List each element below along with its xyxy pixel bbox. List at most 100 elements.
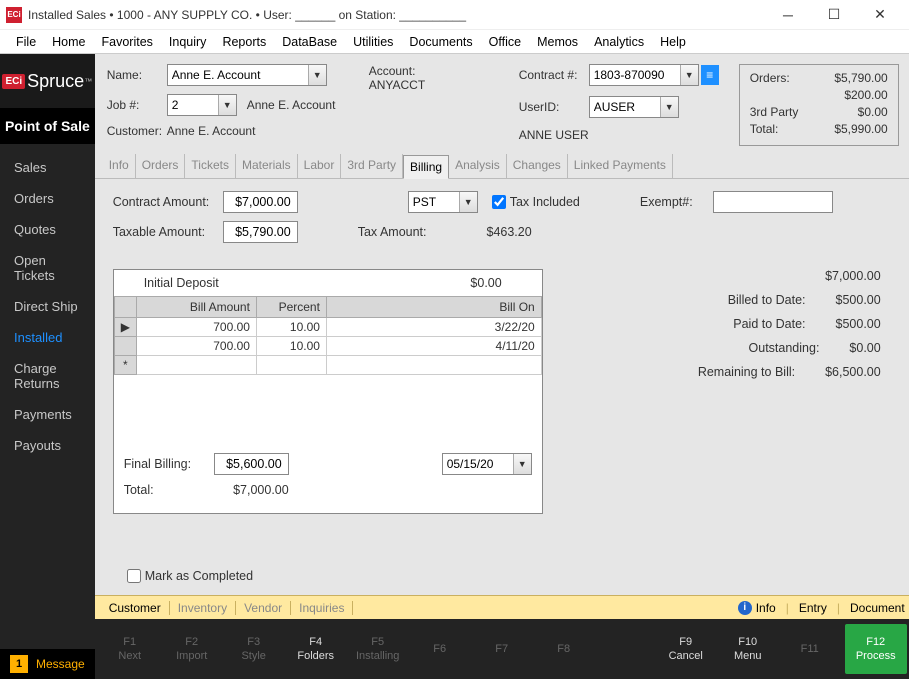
taxable-amount-label: Taxable Amount: — [113, 225, 223, 239]
name-input[interactable] — [168, 65, 308, 85]
logo-eci: ECi — [2, 74, 25, 89]
final-billing-input[interactable] — [214, 453, 289, 475]
sidebar-item-charge-returns[interactable]: Charge Returns — [0, 353, 95, 399]
sidebar-item-orders[interactable]: Orders — [0, 183, 95, 214]
menu-documents[interactable]: Documents — [401, 35, 480, 49]
menu-help[interactable]: Help — [652, 35, 694, 49]
sidebar-item-sales[interactable]: Sales — [0, 152, 95, 183]
app-icon: ECi — [6, 7, 22, 23]
col-bill-on[interactable]: Bill On — [326, 297, 541, 318]
remaining-label: Remaining to Bill: — [631, 365, 825, 379]
menu-memos[interactable]: Memos — [529, 35, 586, 49]
fkey-f11: F11 — [779, 642, 841, 656]
paid-label: Paid to Date: — [631, 317, 836, 331]
summary-total-value: $5,990.00 — [834, 122, 887, 136]
sidebar-item-direct-ship[interactable]: Direct Ship — [0, 291, 95, 322]
fkey-f12[interactable]: F12Process — [845, 624, 907, 674]
menu-inquiry[interactable]: Inquiry — [161, 35, 215, 49]
menu-utilities[interactable]: Utilities — [345, 35, 401, 49]
cell-bill-amount[interactable]: 700.00 — [136, 318, 256, 337]
bottom-entry[interactable]: Entry — [799, 601, 827, 615]
bottom-info[interactable]: Info — [756, 601, 776, 615]
sidebar-item-payments[interactable]: Payments — [0, 399, 95, 430]
contract-dropdown-button[interactable]: ▼ — [680, 65, 698, 85]
tax-included-checkbox[interactable] — [492, 195, 506, 209]
tab-linked-payments[interactable]: Linked Payments — [568, 154, 673, 178]
col-bill-amount[interactable]: Bill Amount — [136, 297, 256, 318]
final-billing-label: Final Billing: — [124, 457, 214, 471]
summary-orders-label: Orders: — [750, 71, 790, 85]
minimize-button[interactable]: ─ — [765, 0, 811, 30]
userid-input[interactable] — [590, 97, 660, 117]
tax-code-dropdown-button[interactable]: ▼ — [459, 192, 477, 212]
tax-code-input[interactable] — [409, 192, 459, 212]
tab-billing[interactable]: Billing — [403, 155, 449, 179]
contract-list-icon[interactable]: ≡ — [701, 65, 719, 85]
taxable-amount-input[interactable] — [223, 221, 298, 243]
close-button[interactable]: ✕ — [857, 0, 903, 30]
summary-total-label: Total: — [750, 122, 779, 136]
tab-analysis[interactable]: Analysis — [449, 154, 507, 178]
tab-labor[interactable]: Labor — [298, 154, 342, 178]
fkey-f7: F7 — [471, 642, 533, 656]
grid-total-label: Total: — [124, 483, 214, 497]
menu-home[interactable]: Home — [44, 35, 93, 49]
btab-inventory[interactable]: Inventory — [170, 601, 236, 615]
sidebar-item-payouts[interactable]: Payouts — [0, 430, 95, 461]
outstanding-label: Outstanding: — [631, 341, 850, 355]
menu-reports[interactable]: Reports — [214, 35, 274, 49]
userid-dropdown-button[interactable]: ▼ — [660, 97, 678, 117]
fkey-f6: F6 — [409, 642, 471, 656]
fkey-f10[interactable]: F10Menu — [717, 635, 779, 664]
job-dropdown-button[interactable]: ▼ — [218, 95, 236, 115]
row-selector[interactable]: ▶ — [114, 318, 136, 337]
btab-inquiries[interactable]: Inquiries — [291, 601, 353, 615]
bottom-document[interactable]: Document — [850, 601, 905, 615]
tab-orders[interactable]: Orders — [136, 154, 186, 178]
fkey-f9[interactable]: F9Cancel — [655, 635, 717, 664]
final-billing-date-dropdown[interactable]: ▼ — [513, 454, 531, 474]
sidebar-item-installed[interactable]: Installed — [0, 322, 95, 353]
tab-changes[interactable]: Changes — [507, 154, 568, 178]
cell-percent[interactable]: 10.00 — [256, 318, 326, 337]
cell-bill-on[interactable]: 4/11/20 — [326, 337, 541, 356]
billing-grid: Initial Deposit $0.00 Bill Amount Percen… — [113, 269, 543, 514]
menu-analytics[interactable]: Analytics — [586, 35, 652, 49]
menu-database[interactable]: DataBase — [274, 35, 345, 49]
name-dropdown-button[interactable]: ▼ — [308, 65, 326, 85]
btab-customer[interactable]: Customer — [101, 601, 170, 615]
tab-info[interactable]: Info — [103, 154, 136, 178]
username: ANNE USER — [519, 128, 729, 142]
new-row-marker[interactable]: * — [114, 356, 136, 375]
final-billing-date-input[interactable] — [443, 454, 513, 474]
sidebar-item-open-tickets[interactable]: Open Tickets — [0, 245, 95, 291]
window-title: Installed Sales • 1000 - ANY SUPPLY CO. … — [28, 8, 466, 22]
tab-materials[interactable]: Materials — [236, 154, 298, 178]
totals-top-value: $7,000.00 — [825, 269, 881, 283]
maximize-button[interactable]: ☐ — [811, 0, 857, 30]
summary-box: Orders:$5,790.00 $200.00 3rd Party$0.00 … — [739, 64, 899, 146]
contract-label: Contract #: — [519, 68, 589, 82]
info-icon[interactable]: i — [738, 601, 752, 615]
message-bar[interactable]: 1 Message — [0, 649, 95, 679]
fkey-f4[interactable]: F4Folders — [285, 635, 347, 664]
exempt-input[interactable] — [713, 191, 833, 213]
tab-3rd-party[interactable]: 3rd Party — [341, 154, 403, 178]
menu-favorites[interactable]: Favorites — [94, 35, 161, 49]
col-percent[interactable]: Percent — [256, 297, 326, 318]
cell-bill-on[interactable]: 3/22/20 — [326, 318, 541, 337]
row-selector[interactable] — [114, 337, 136, 356]
btab-vendor[interactable]: Vendor — [236, 601, 291, 615]
tab-tickets[interactable]: Tickets — [185, 154, 236, 178]
fkey-f5: F5Installing — [347, 635, 409, 664]
window-titlebar: ECi Installed Sales • 1000 - ANY SUPPLY … — [0, 0, 909, 30]
cell-bill-amount[interactable]: 700.00 — [136, 337, 256, 356]
contract-input[interactable] — [590, 65, 680, 85]
job-input[interactable] — [168, 95, 218, 115]
menu-file[interactable]: File — [8, 35, 44, 49]
mark-completed-checkbox[interactable] — [127, 569, 141, 583]
cell-percent[interactable]: 10.00 — [256, 337, 326, 356]
menu-office[interactable]: Office — [481, 35, 529, 49]
sidebar-item-quotes[interactable]: Quotes — [0, 214, 95, 245]
contract-amount-input[interactable] — [223, 191, 298, 213]
